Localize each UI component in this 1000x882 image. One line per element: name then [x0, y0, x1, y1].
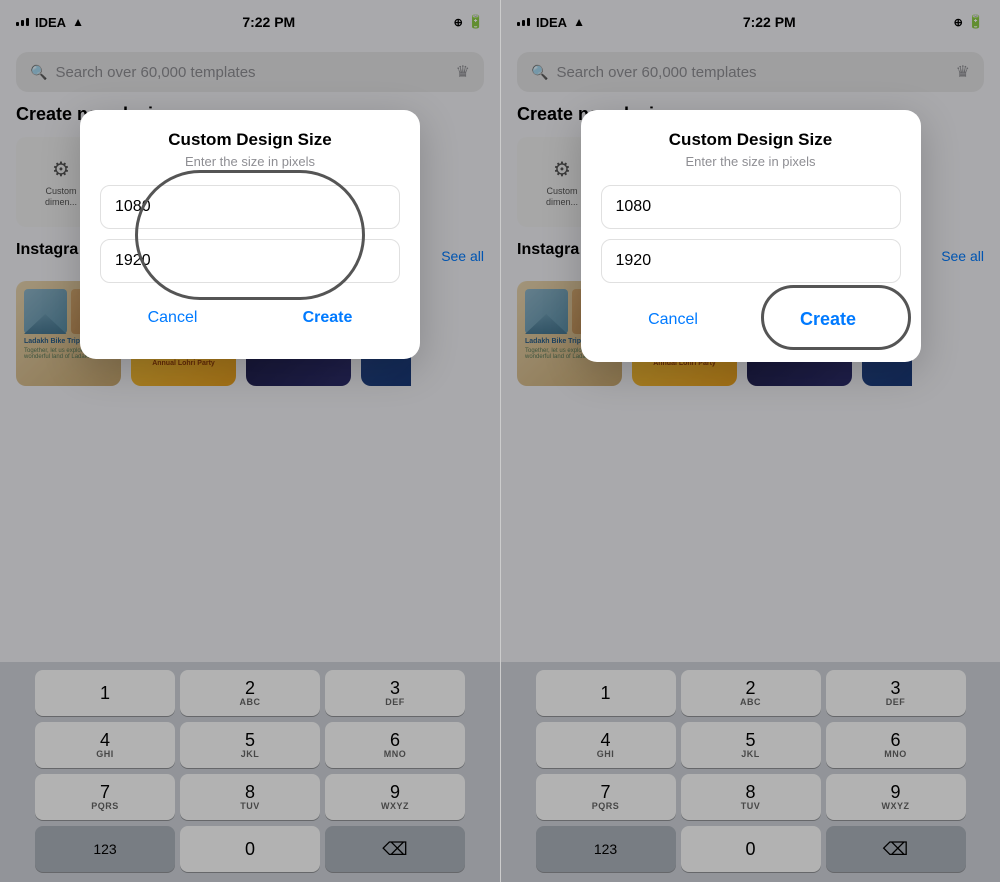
- cancel-button-right[interactable]: Cancel: [601, 297, 746, 342]
- modal-title-right: Custom Design Size: [601, 130, 901, 150]
- modal-right: Custom Design Size Enter the size in pix…: [581, 110, 921, 362]
- modal-left: Custom Design Size Enter the size in pix…: [80, 110, 420, 359]
- width-input-left[interactable]: [100, 185, 400, 229]
- create-button-right[interactable]: Create: [756, 297, 901, 342]
- modal-actions-right: Cancel Create: [601, 297, 901, 342]
- panel-right: IDEA ▲ 7:22 PM ⊕ 🔋 🔍 Search over 60,000 …: [500, 0, 1000, 882]
- modal-overlay-right: Custom Design Size Enter the size in pix…: [501, 0, 1000, 882]
- cancel-button-left[interactable]: Cancel: [100, 297, 245, 339]
- modal-subtitle-left: Enter the size in pixels: [100, 154, 400, 169]
- height-input-right[interactable]: [601, 239, 901, 283]
- modal-subtitle-right: Enter the size in pixels: [601, 154, 901, 169]
- modal-overlay-left: Custom Design Size Enter the size in pix…: [0, 0, 500, 882]
- create-button-left[interactable]: Create: [255, 297, 400, 339]
- modal-actions-left: Cancel Create: [100, 297, 400, 339]
- width-input-right[interactable]: [601, 185, 901, 229]
- modal-title-left: Custom Design Size: [100, 130, 400, 150]
- panel-left: IDEA ▲ 7:22 PM ⊕ 🔋 🔍 Search over 60,000 …: [0, 0, 500, 882]
- height-input-left[interactable]: [100, 239, 400, 283]
